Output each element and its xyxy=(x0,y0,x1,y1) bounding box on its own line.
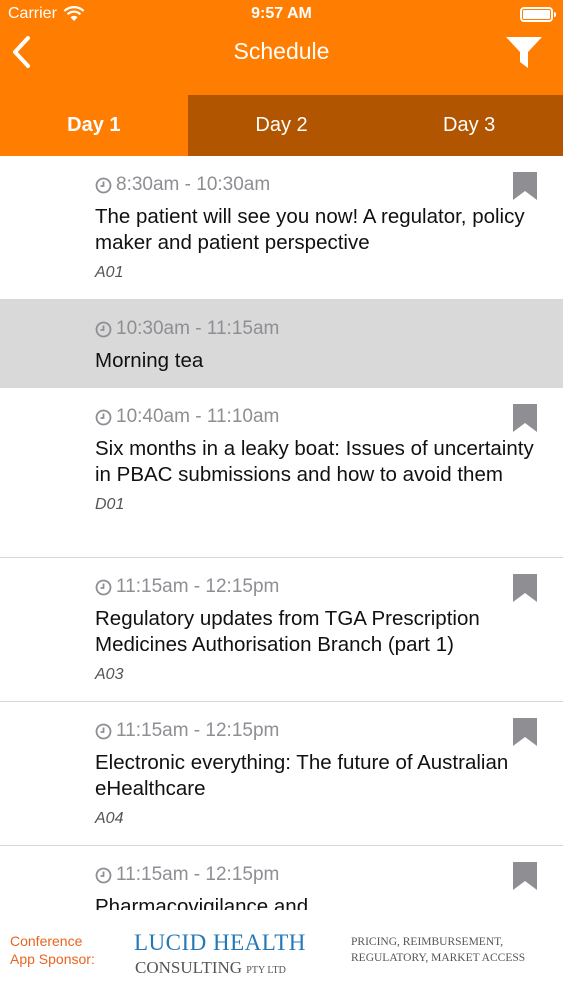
session-time-row: 10:30am - 11:15am xyxy=(95,300,539,344)
session-time: 11:15am - 12:15pm xyxy=(116,720,280,741)
session-title: Six months in a leaky boat: Issues of un… xyxy=(95,437,534,486)
app-header: Carrier 9:57 AM Schedule xyxy=(0,0,563,95)
tab-label: Day 2 xyxy=(255,114,308,136)
sponsor-label-line1: Conference xyxy=(10,933,83,949)
sponsor-tagline-line1: PRICING, REIMBURSEMENT, xyxy=(351,936,504,948)
page-title: Schedule xyxy=(233,38,330,64)
session-title: Electronic everything: The future of Aus… xyxy=(95,751,509,800)
session-title: The patient will see you now! A regulato… xyxy=(95,205,525,254)
session-list[interactable]: 8:30am - 10:30am The patient will see yo… xyxy=(0,156,563,910)
clock-icon xyxy=(95,579,112,595)
bookmark-icon[interactable] xyxy=(513,404,537,432)
bookmark-icon[interactable] xyxy=(513,862,537,890)
session-time-row: 8:30am - 10:30am xyxy=(95,156,539,200)
sponsor-logo-suffix: PTY LTD xyxy=(246,965,286,976)
session-code: A03 xyxy=(95,666,124,683)
day-tabs: Day 1 Day 2 Day 3 xyxy=(0,95,563,156)
tab-day-2[interactable]: Day 2 xyxy=(187,95,376,156)
battery-icon xyxy=(520,7,556,22)
session-title: Morning tea xyxy=(95,349,204,372)
sponsor-label: Conference App Sponsor: xyxy=(10,932,110,968)
sponsor-tagline: PRICING, REIMBURSEMENT, REGULATORY, MARK… xyxy=(351,934,525,966)
tab-day-1[interactable]: Day 1 xyxy=(0,95,188,156)
session-item[interactable]: 11:15am - 12:15pm Pharmacovigilance and xyxy=(0,846,563,910)
clock-icon xyxy=(95,409,112,425)
session-time: 10:30am - 11:15am xyxy=(116,318,280,339)
session-item-break: 10:30am - 11:15am Morning tea xyxy=(0,300,563,388)
sponsor-label-line2: App Sponsor: xyxy=(10,951,95,967)
tab-day-3[interactable]: Day 3 xyxy=(375,95,563,156)
session-code: D01 xyxy=(95,496,125,513)
session-time-row: 10:40am - 11:10am xyxy=(95,388,539,432)
filter-icon[interactable] xyxy=(505,35,543,71)
session-time: 10:40am - 11:10am xyxy=(116,406,280,427)
bookmark-icon[interactable] xyxy=(513,172,537,200)
session-code: A01 xyxy=(95,264,124,281)
sponsor-logo-subname: CONSULTING PTY LTD xyxy=(135,958,286,978)
session-code: A04 xyxy=(95,810,124,827)
session-time-row: 11:15am - 12:15pm xyxy=(95,702,539,746)
status-time: 9:57 AM xyxy=(251,5,312,22)
tab-label: Day 1 xyxy=(67,114,121,136)
session-time-row: 11:15am - 12:15pm xyxy=(95,846,539,890)
session-time: 11:15am - 12:15pm xyxy=(116,864,280,885)
clock-icon xyxy=(95,723,112,739)
session-item[interactable]: 11:15am - 12:15pm Electronic everything:… xyxy=(0,702,563,846)
session-item[interactable]: 10:40am - 11:10am Six months in a leaky … xyxy=(0,388,563,558)
session-time-row: 11:15am - 12:15pm xyxy=(95,558,539,602)
tab-label: Day 3 xyxy=(443,114,496,136)
bookmark-icon[interactable] xyxy=(513,574,537,602)
session-title: Regulatory updates from TGA Prescription… xyxy=(95,607,480,656)
status-bar: Carrier 9:57 AM xyxy=(0,0,563,30)
session-time: 8:30am - 10:30am xyxy=(116,174,271,195)
bookmark-icon[interactable] xyxy=(513,718,537,746)
clock-icon xyxy=(95,177,112,193)
sponsor-tagline-line2: REGULATORY, MARKET ACCESS xyxy=(351,952,526,964)
sponsor-logo-consulting: CONSULTING xyxy=(135,958,243,977)
clock-icon xyxy=(95,867,112,883)
session-item[interactable]: 8:30am - 10:30am The patient will see yo… xyxy=(0,156,563,300)
session-time: 11:15am - 12:15pm xyxy=(116,576,280,597)
session-title: Pharmacovigilance and xyxy=(95,895,309,910)
clock-icon xyxy=(95,321,112,337)
sponsor-logo-name: LUCID HEALTH xyxy=(134,930,306,955)
session-item[interactable]: 11:15am - 12:15pm Regulatory updates fro… xyxy=(0,558,563,702)
sponsor-banner[interactable]: Conference App Sponsor: LUCID HEALTH CON… xyxy=(0,910,563,1000)
